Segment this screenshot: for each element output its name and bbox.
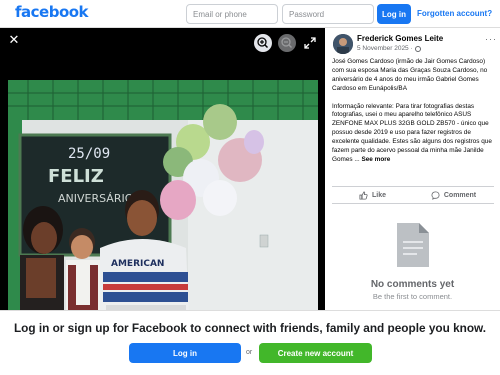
see-more-link[interactable]: See more bbox=[361, 156, 390, 163]
post-meta: 5 November 2025 · bbox=[357, 45, 421, 52]
zoom-out-icon[interactable] bbox=[278, 34, 296, 52]
chalk-feliz: FELIZ bbox=[48, 166, 104, 187]
banner-login-button[interactable]: Log in bbox=[129, 343, 241, 363]
expand-icon[interactable] bbox=[303, 36, 317, 50]
create-account-button[interactable]: Create new account bbox=[259, 343, 372, 363]
signup-prompt: Log in or sign up for Facebook to connec… bbox=[13, 321, 487, 335]
no-comments-subtitle: Be the first to comment. bbox=[372, 292, 453, 301]
zoom-in-icon[interactable] bbox=[254, 34, 272, 52]
comment-label: Comment bbox=[443, 191, 477, 199]
chalk-aniversario: ANIVERSÁRIO bbox=[58, 192, 134, 205]
photo-viewer: ✕ 25/09 FELIZ ANIVERSÁRIO AMERICAN bbox=[0, 28, 325, 310]
close-icon[interactable]: ✕ bbox=[7, 33, 21, 47]
forgot-account-link[interactable]: Forgotten account? bbox=[417, 9, 492, 18]
post-panel: Frederick Gomes Leite 5 November 2025 · … bbox=[325, 28, 500, 310]
more-options-icon[interactable]: ··· bbox=[485, 34, 497, 44]
email-field[interactable] bbox=[186, 4, 278, 24]
author-name[interactable]: Frederick Gomes Leite bbox=[357, 34, 443, 43]
comment-icon bbox=[431, 190, 440, 200]
password-field[interactable] bbox=[282, 4, 374, 24]
post-photo: 25/09 FELIZ ANIVERSÁRIO AMERICAN bbox=[8, 80, 318, 310]
meta-separator: · bbox=[410, 45, 413, 52]
top-nav: facebook Log in Forgotten account? bbox=[0, 0, 500, 28]
post-actions: Like Comment bbox=[332, 186, 494, 204]
chalk-date: 25/09 bbox=[68, 146, 110, 162]
avatar[interactable] bbox=[333, 34, 353, 54]
no-comments-icon bbox=[397, 223, 429, 267]
post-caption: José Gomes Cardoso (irmão de Jair Gomes … bbox=[332, 58, 497, 174]
facebook-logo[interactable]: facebook bbox=[15, 3, 89, 21]
no-comments-title: No comments yet bbox=[370, 279, 455, 290]
or-label: or bbox=[246, 349, 253, 356]
like-button[interactable]: Like bbox=[332, 187, 413, 203]
caption-text-2: Informação relevante: Para tirar fotogra… bbox=[332, 102, 492, 163]
login-button[interactable]: Log in bbox=[377, 4, 411, 24]
post-date[interactable]: 5 November 2025 bbox=[357, 45, 409, 52]
like-label: Like bbox=[371, 191, 386, 199]
like-icon bbox=[359, 190, 368, 200]
caption-paragraph-2: Informação relevante: Para tirar fotogra… bbox=[332, 103, 497, 165]
caption-paragraph-1: José Gomes Cardoso (irmão de Jair Gomes … bbox=[332, 58, 488, 92]
signup-banner: Log in or sign up for Facebook to connec… bbox=[0, 310, 500, 375]
globe-icon bbox=[414, 45, 421, 52]
comment-button[interactable]: Comment bbox=[413, 187, 494, 203]
shirt-text: AMERICAN bbox=[111, 259, 164, 269]
